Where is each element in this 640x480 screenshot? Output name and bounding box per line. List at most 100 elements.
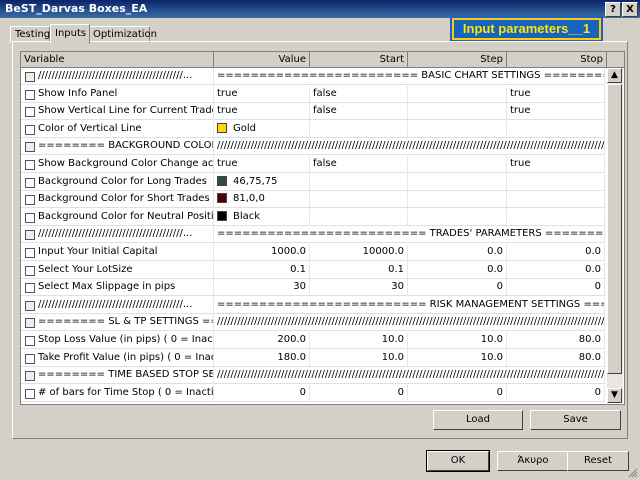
row-checkbox[interactable] (25, 195, 35, 206)
vertical-scrollbar[interactable]: ▲ ▼ (607, 68, 623, 403)
start-cell[interactable]: false (310, 85, 408, 102)
start-cell[interactable]: 30 (310, 279, 408, 296)
step-cell[interactable]: 0.0 (408, 261, 507, 278)
row-checkbox[interactable] (25, 177, 35, 188)
row-checkbox[interactable] (25, 300, 35, 311)
table-row[interactable]: ======== BACKGROUND COLOR S...//////////… (21, 138, 605, 156)
ok-button[interactable]: OK (426, 450, 490, 472)
step-cell[interactable] (408, 120, 507, 137)
stop-cell[interactable]: 80.0 (507, 349, 605, 366)
table-row[interactable]: Background Color for Neutral Position Bla… (21, 208, 605, 226)
table-row[interactable]: # of bars for Time Stop ( 0 = Inactive )… (21, 384, 605, 402)
scroll-down-button[interactable]: ▼ (607, 388, 622, 403)
row-checkbox[interactable] (25, 318, 35, 329)
parameters-grid[interactable]: Variable Value Start Step Stop /////////… (20, 51, 625, 405)
stop-cell[interactable] (507, 208, 605, 225)
help-button[interactable]: ? (605, 2, 621, 17)
table-row[interactable]: Stop Loss Value (in pips) ( 0 = Inactive… (21, 332, 605, 349)
row-checkbox[interactable] (25, 353, 35, 364)
step-cell[interactable]: 0 (408, 279, 507, 296)
step-cell[interactable] (408, 173, 507, 190)
row-checkbox[interactable] (25, 142, 35, 153)
value-cell[interactable]: 30 (214, 279, 310, 296)
stop-cell[interactable]: 80.0 (507, 332, 605, 348)
stop-cell[interactable]: true (507, 156, 605, 172)
stop-cell[interactable] (507, 120, 605, 137)
table-row[interactable]: Show Info Panel true false true (21, 85, 605, 103)
tab-inputs[interactable]: Inputs (50, 24, 90, 44)
resize-grip-icon[interactable] (628, 468, 638, 478)
stop-cell[interactable] (507, 173, 605, 190)
table-row[interactable]: Input Your Initial Capital 1000.0 10000.0 0… (21, 244, 605, 261)
close-button[interactable]: X (622, 2, 638, 17)
step-cell[interactable] (408, 191, 507, 208)
step-cell[interactable]: 0.0 (408, 244, 507, 260)
table-row[interactable]: ======== TIME BASED STOP SETT...////////… (21, 367, 605, 385)
table-row[interactable]: Background Color for Long Trades 46,75,75 (21, 173, 605, 191)
step-cell[interactable] (408, 156, 507, 172)
header-stop[interactable]: Stop (507, 52, 607, 67)
value-cell[interactable]: 180.0 (214, 349, 310, 366)
header-step[interactable]: Step (408, 52, 507, 67)
row-checkbox[interactable] (25, 160, 35, 170)
start-cell[interactable]: 10.0 (310, 332, 408, 348)
step-cell[interactable]: 0 (408, 384, 507, 401)
header-start[interactable]: Start (310, 52, 408, 67)
row-checkbox[interactable] (25, 124, 35, 135)
value-cell[interactable]: 200.0 (214, 332, 310, 348)
stop-cell[interactable]: true (507, 85, 605, 102)
row-checkbox[interactable] (25, 72, 35, 82)
row-checkbox[interactable] (25, 89, 35, 100)
table-row[interactable]: ////////////////////////////////////////… (21, 296, 605, 314)
row-checkbox[interactable] (25, 283, 35, 294)
save-button[interactable]: Save (530, 410, 621, 430)
scroll-up-button[interactable]: ▲ (607, 68, 622, 83)
start-cell[interactable] (310, 191, 408, 208)
value-cell[interactable]: Gold (214, 120, 310, 137)
step-cell[interactable]: 10.0 (408, 349, 507, 366)
row-checkbox[interactable] (25, 336, 35, 346)
row-checkbox[interactable] (25, 248, 35, 258)
value-cell[interactable]: 0.1 (214, 261, 310, 278)
table-row[interactable]: ////////////////////////////////////////… (21, 68, 605, 85)
step-cell[interactable]: 10.0 (408, 332, 507, 348)
cancel-button[interactable]: Άκυρο (497, 451, 569, 471)
table-row[interactable]: Take Profit Value (in pips) ( 0 = Inacti… (21, 349, 605, 367)
start-cell[interactable]: 0.1 (310, 261, 408, 278)
row-checkbox[interactable] (25, 107, 35, 118)
value-cell[interactable]: true (214, 85, 310, 102)
header-variable[interactable]: Variable (21, 52, 214, 67)
step-cell[interactable] (408, 103, 507, 120)
table-row[interactable]: ////////////////////////////////////////… (21, 226, 605, 244)
table-row[interactable]: Select Your LotSize 0.1 0.1 0.0 0.0 (21, 261, 605, 279)
start-cell[interactable]: false (310, 103, 408, 120)
table-row[interactable]: Show Vertical Line for Current Trade's .… (21, 103, 605, 121)
value-cell[interactable]: 0 (214, 384, 310, 401)
table-row[interactable]: ======== SL & TP SETTINGS ====...///////… (21, 314, 605, 332)
load-button[interactable]: Load (433, 410, 523, 430)
start-cell[interactable]: 10.0 (310, 349, 408, 366)
start-cell[interactable] (310, 173, 408, 190)
row-checkbox[interactable] (25, 230, 35, 241)
table-row[interactable]: Background Color for Short Trades 81,0,0 (21, 191, 605, 209)
stop-cell[interactable]: 0 (507, 279, 605, 296)
value-cell[interactable]: Black (214, 208, 310, 225)
stop-cell[interactable]: 0.0 (507, 244, 605, 260)
scroll-thumb[interactable] (607, 84, 622, 374)
row-checkbox[interactable] (25, 388, 35, 399)
reset-button[interactable]: Reset (567, 451, 629, 471)
start-cell[interactable]: 0 (310, 384, 408, 401)
start-cell[interactable]: 10000.0 (310, 244, 408, 260)
start-cell[interactable] (310, 120, 408, 137)
row-checkbox[interactable] (25, 371, 35, 382)
row-checkbox[interactable] (25, 212, 35, 223)
table-row[interactable]: Show Background Color Change accor...tru… (21, 156, 605, 173)
stop-cell[interactable]: 0 (507, 384, 605, 401)
stop-cell[interactable] (507, 191, 605, 208)
stop-cell[interactable]: true (507, 103, 605, 120)
value-cell[interactable]: 81,0,0 (214, 191, 310, 208)
table-row[interactable]: Select Max Slippage in pips 30 30 0 0 (21, 279, 605, 297)
step-cell[interactable] (408, 208, 507, 225)
row-checkbox[interactable] (25, 265, 35, 276)
header-value[interactable]: Value (214, 52, 310, 67)
